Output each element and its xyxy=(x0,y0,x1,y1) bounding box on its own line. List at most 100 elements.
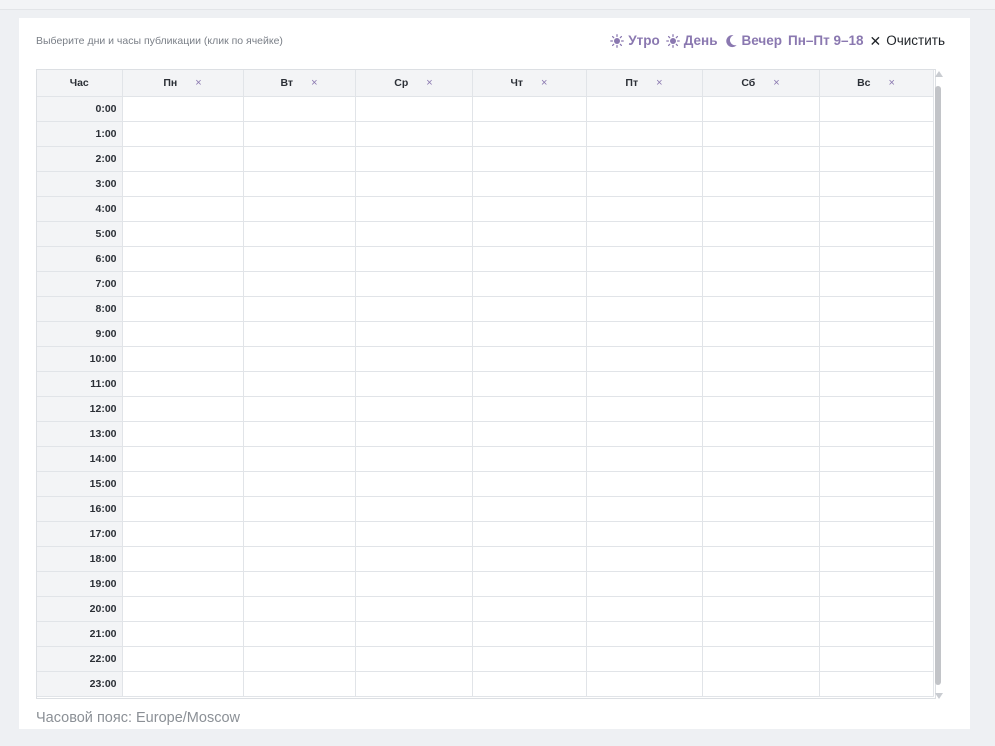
time-slot-cell[interactable] xyxy=(121,321,244,347)
time-slot-cell[interactable] xyxy=(585,221,703,247)
vertical-scrollbar[interactable] xyxy=(934,69,944,699)
time-slot-cell[interactable] xyxy=(471,496,587,522)
time-slot-cell[interactable] xyxy=(242,521,356,547)
time-slot-cell[interactable] xyxy=(121,121,244,147)
time-slot-cell[interactable] xyxy=(471,371,587,397)
time-slot-cell[interactable] xyxy=(585,621,703,647)
time-slot-cell[interactable] xyxy=(818,121,934,147)
time-slot-cell[interactable] xyxy=(121,346,244,372)
time-slot-cell[interactable] xyxy=(242,96,356,122)
time-slot-cell[interactable] xyxy=(818,271,934,297)
time-slot-cell[interactable] xyxy=(471,196,587,222)
scroll-up-arrow-icon[interactable] xyxy=(935,71,943,77)
time-slot-cell[interactable] xyxy=(818,96,934,122)
time-slot-cell[interactable] xyxy=(701,96,820,122)
time-slot-cell[interactable] xyxy=(242,446,356,472)
time-slot-cell[interactable] xyxy=(818,571,934,597)
time-slot-cell[interactable] xyxy=(701,171,820,197)
time-slot-cell[interactable] xyxy=(354,346,473,372)
time-slot-cell[interactable] xyxy=(242,121,356,147)
time-slot-cell[interactable] xyxy=(121,446,244,472)
time-slot-cell[interactable] xyxy=(354,621,473,647)
time-slot-cell[interactable] xyxy=(121,546,244,572)
time-slot-cell[interactable] xyxy=(701,521,820,547)
time-slot-cell[interactable] xyxy=(701,571,820,597)
time-slot-cell[interactable] xyxy=(242,321,356,347)
time-slot-cell[interactable] xyxy=(585,521,703,547)
time-slot-cell[interactable] xyxy=(471,96,587,122)
time-slot-cell[interactable] xyxy=(818,221,934,247)
time-slot-cell[interactable] xyxy=(701,271,820,297)
time-slot-cell[interactable] xyxy=(121,421,244,447)
time-slot-cell[interactable] xyxy=(242,471,356,497)
time-slot-cell[interactable] xyxy=(242,171,356,197)
time-slot-cell[interactable] xyxy=(121,571,244,597)
time-slot-cell[interactable] xyxy=(121,496,244,522)
time-slot-cell[interactable] xyxy=(585,671,703,697)
time-slot-cell[interactable] xyxy=(121,671,244,697)
time-slot-cell[interactable] xyxy=(242,671,356,697)
time-slot-cell[interactable] xyxy=(354,146,473,172)
remove-day-icon[interactable]: × xyxy=(889,77,895,89)
remove-day-icon[interactable]: × xyxy=(195,77,201,89)
preset-workdays-button[interactable]: Пн–Пт 9–18 xyxy=(788,33,863,48)
time-slot-cell[interactable] xyxy=(701,596,820,622)
time-slot-cell[interactable] xyxy=(242,496,356,522)
time-slot-cell[interactable] xyxy=(354,396,473,422)
time-slot-cell[interactable] xyxy=(471,446,587,472)
time-slot-cell[interactable] xyxy=(701,121,820,147)
time-slot-cell[interactable] xyxy=(818,446,934,472)
time-slot-cell[interactable] xyxy=(701,321,820,347)
time-slot-cell[interactable] xyxy=(818,496,934,522)
time-slot-cell[interactable] xyxy=(471,346,587,372)
time-slot-cell[interactable] xyxy=(242,621,356,647)
time-slot-cell[interactable] xyxy=(354,596,473,622)
time-slot-cell[interactable] xyxy=(701,296,820,322)
time-slot-cell[interactable] xyxy=(701,671,820,697)
time-slot-cell[interactable] xyxy=(585,296,703,322)
time-slot-cell[interactable] xyxy=(471,396,587,422)
time-slot-cell[interactable] xyxy=(471,246,587,272)
time-slot-cell[interactable] xyxy=(818,546,934,572)
scroll-down-arrow-icon[interactable] xyxy=(935,693,943,699)
preset-morning-button[interactable]: Утро xyxy=(610,33,660,48)
time-slot-cell[interactable] xyxy=(818,471,934,497)
time-slot-cell[interactable] xyxy=(585,546,703,572)
time-slot-cell[interactable] xyxy=(818,296,934,322)
time-slot-cell[interactable] xyxy=(818,196,934,222)
time-slot-cell[interactable] xyxy=(242,196,356,222)
time-slot-cell[interactable] xyxy=(471,296,587,322)
remove-day-icon[interactable]: × xyxy=(773,77,779,89)
time-slot-cell[interactable] xyxy=(585,396,703,422)
time-slot-cell[interactable] xyxy=(354,246,473,272)
time-slot-cell[interactable] xyxy=(121,621,244,647)
time-slot-cell[interactable] xyxy=(818,646,934,672)
time-slot-cell[interactable] xyxy=(121,271,244,297)
time-slot-cell[interactable] xyxy=(354,571,473,597)
time-slot-cell[interactable] xyxy=(354,646,473,672)
time-slot-cell[interactable] xyxy=(242,646,356,672)
time-slot-cell[interactable] xyxy=(471,171,587,197)
time-slot-cell[interactable] xyxy=(121,96,244,122)
time-slot-cell[interactable] xyxy=(121,371,244,397)
time-slot-cell[interactable] xyxy=(585,596,703,622)
time-slot-cell[interactable] xyxy=(585,271,703,297)
remove-day-icon[interactable]: × xyxy=(311,77,317,89)
time-slot-cell[interactable] xyxy=(818,171,934,197)
time-slot-cell[interactable] xyxy=(818,246,934,272)
time-slot-cell[interactable] xyxy=(121,596,244,622)
time-slot-cell[interactable] xyxy=(585,371,703,397)
time-slot-cell[interactable] xyxy=(585,446,703,472)
scrollbar-thumb[interactable] xyxy=(935,86,941,685)
time-slot-cell[interactable] xyxy=(585,421,703,447)
time-slot-cell[interactable] xyxy=(471,421,587,447)
time-slot-cell[interactable] xyxy=(585,496,703,522)
time-slot-cell[interactable] xyxy=(818,621,934,647)
time-slot-cell[interactable] xyxy=(585,646,703,672)
time-slot-cell[interactable] xyxy=(121,646,244,672)
time-slot-cell[interactable] xyxy=(354,421,473,447)
time-slot-cell[interactable] xyxy=(354,121,473,147)
time-slot-cell[interactable] xyxy=(701,546,820,572)
time-slot-cell[interactable] xyxy=(242,396,356,422)
time-slot-cell[interactable] xyxy=(121,471,244,497)
